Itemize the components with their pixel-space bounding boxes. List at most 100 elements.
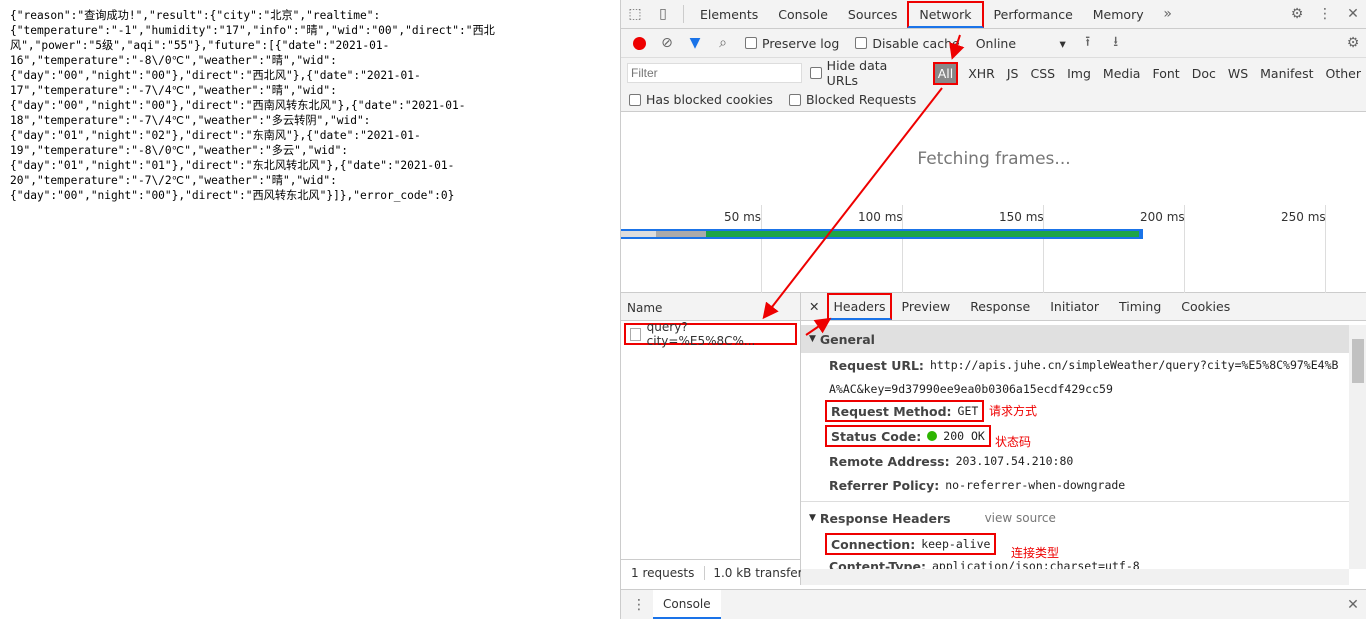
request-url-label: Request URL: [829, 357, 924, 373]
status-code-label: Status Code: [831, 428, 922, 444]
response-headers-header[interactable]: ▼ Response Headers view source [809, 507, 1056, 529]
drawer-close-icon[interactable]: ✕ [1343, 595, 1363, 615]
console-drawer: ⋮ Console ✕ [621, 589, 1366, 619]
filter-manifest[interactable]: Manifest [1254, 66, 1319, 81]
json-response-text: {"reason":"查询成功!","result":{"city":"北京",… [10, 9, 495, 202]
request-details: ✕ Headers Preview Response Initiator Tim… [801, 293, 1366, 585]
throttle-value: Online [975, 35, 1017, 51]
blocked-requests-label: Blocked Requests [805, 92, 917, 107]
remote-address-label: Remote Address: [829, 453, 950, 469]
referrer-policy-label: Referrer Policy: [829, 477, 940, 493]
preserve-log-checkbox[interactable]: Preserve log [745, 36, 839, 51]
view-source-link[interactable]: view source [985, 511, 1056, 525]
has-blocked-cookies-checkbox[interactable]: Has blocked cookies [629, 92, 773, 107]
filter-icon[interactable]: ▼ [685, 33, 705, 53]
request-url-value: http://apis.juhe.cn/simpleWeather/query?… [929, 358, 1339, 372]
tab-network[interactable]: Network [907, 0, 984, 28]
annotation-status: 状态码 [995, 435, 1032, 449]
export-icon[interactable]: ⭳ [1106, 33, 1126, 53]
collapse-icon: ▼ [809, 513, 816, 523]
tab-memory[interactable]: Memory [1083, 0, 1154, 29]
filter-ws[interactable]: WS [1222, 66, 1254, 81]
request-count: 1 requests [621, 565, 706, 580]
close-icon[interactable]: ✕ [1343, 4, 1363, 24]
filter-other[interactable]: Other [1320, 66, 1366, 81]
clear-icon[interactable]: ⊘ [657, 33, 677, 53]
general-section-header[interactable]: ▼ General [801, 325, 1349, 353]
filter-bar-2: Has blocked cookies Blocked Requests [621, 88, 1366, 112]
network-settings-icon[interactable]: ⚙ [1343, 33, 1363, 53]
request-method-row: Request Method: GET [825, 400, 985, 422]
device-toolbar-icon[interactable]: ▯ [653, 4, 673, 24]
kebab-menu-icon[interactable]: ⋮ [1315, 4, 1335, 24]
search-icon[interactable]: ⌕ [713, 33, 733, 53]
tab-preview[interactable]: Preview [892, 292, 961, 321]
tab-initiator[interactable]: Initiator [1040, 292, 1109, 321]
preserve-log-label: Preserve log [762, 35, 840, 51]
tab-timing[interactable]: Timing [1109, 292, 1171, 321]
tab-response[interactable]: Response [960, 292, 1040, 321]
details-tabbar: ✕ Headers Preview Response Initiator Tim… [801, 293, 1366, 321]
annotation-method: 请求方式 [989, 404, 1038, 418]
filter-js[interactable]: JS [1001, 66, 1025, 81]
more-tabs-icon[interactable]: » [1158, 4, 1178, 24]
connection-value: keep-alive [921, 537, 991, 551]
filter-media[interactable]: Media [1097, 66, 1147, 81]
filter-all[interactable]: All [932, 61, 959, 85]
referrer-policy-value: no-referrer-when-downgrade [945, 478, 1126, 492]
tick-label: 100 ms [858, 210, 903, 224]
hide-data-urls-checkbox[interactable]: Hide data URLs [809, 58, 921, 88]
tick-label: 50 ms [724, 210, 762, 224]
tab-performance[interactable]: Performance [984, 0, 1083, 29]
request-timing-bar [621, 229, 1143, 239]
horizontal-scrollbar[interactable] [801, 569, 1349, 585]
filter-input[interactable] [627, 63, 802, 83]
filter-xhr[interactable]: XHR [962, 66, 1001, 81]
connection-row: Connection: keep-alive [825, 533, 997, 555]
filter-font[interactable]: Font [1146, 66, 1185, 81]
status-ok-icon [927, 431, 938, 441]
throttle-select[interactable]: Online ▾ [976, 36, 1066, 51]
request-method-value: GET [957, 404, 979, 418]
request-row[interactable]: query?city=%E5%8C%... [624, 320, 797, 348]
tab-cookies[interactable]: Cookies [1171, 292, 1240, 321]
tab-elements[interactable]: Elements [690, 0, 768, 29]
collapse-icon: ▼ [809, 334, 816, 344]
network-toolbar: ⊘ ▼ ⌕ Preserve log Disable cache Online ▾… [621, 29, 1366, 58]
transfer-size: 1.0 kB transfer [713, 565, 801, 580]
general-title: General [819, 331, 875, 347]
request-name: query?city=%E5%8C%... [646, 320, 756, 348]
devtools-tabbar: ⬚ ▯ Elements Console Sources Network Per… [621, 0, 1366, 29]
close-details-icon[interactable]: ✕ [801, 292, 827, 321]
drawer-tab-console[interactable]: Console [653, 590, 721, 619]
disable-cache-checkbox[interactable]: Disable cache [855, 36, 960, 51]
gear-icon[interactable]: ⚙ [1287, 4, 1307, 24]
tick-label: 150 ms [999, 210, 1044, 224]
screenshot-overview: Fetching frames... [917, 148, 1071, 169]
tab-headers[interactable]: Headers [827, 293, 892, 320]
filter-doc[interactable]: Doc [1186, 66, 1222, 81]
tick-label: 250 ms [1281, 210, 1326, 224]
request-list: Name query?city=%E5%8C%... 1 requests 1.… [621, 293, 801, 585]
request-method-label: Request Method: [831, 403, 952, 419]
request-url-value-cont: A%AC&key=9d37990ee9ea0b0306a15ecdf429cc5… [829, 382, 1113, 396]
drawer-menu-icon[interactable]: ⋮ [629, 595, 649, 615]
has-blocked-label: Has blocked cookies [646, 92, 773, 107]
timeline-overview[interactable]: 50 ms 100 ms 150 ms 200 ms 250 ms [621, 205, 1366, 293]
record-icon[interactable] [629, 33, 649, 53]
dropdown-icon: ▾ [1059, 35, 1066, 51]
tab-sources[interactable]: Sources [838, 0, 907, 29]
import-icon[interactable]: ⭱ [1078, 33, 1098, 53]
blocked-requests-checkbox[interactable]: Blocked Requests [788, 92, 917, 107]
tab-console[interactable]: Console [768, 0, 838, 29]
file-icon [630, 327, 641, 341]
inspect-icon[interactable]: ⬚ [625, 4, 645, 24]
filter-css[interactable]: CSS [1025, 66, 1062, 81]
vertical-scrollbar[interactable] [1349, 325, 1366, 569]
name-column-header[interactable]: Name [621, 293, 800, 321]
remote-address-value: 203.107.54.210:80 [955, 454, 1074, 468]
status-code-value: 200 OK [943, 429, 985, 443]
response-headers-title: Response Headers [819, 510, 951, 526]
filter-img[interactable]: Img [1061, 66, 1097, 81]
connection-label: Connection: [831, 536, 916, 552]
